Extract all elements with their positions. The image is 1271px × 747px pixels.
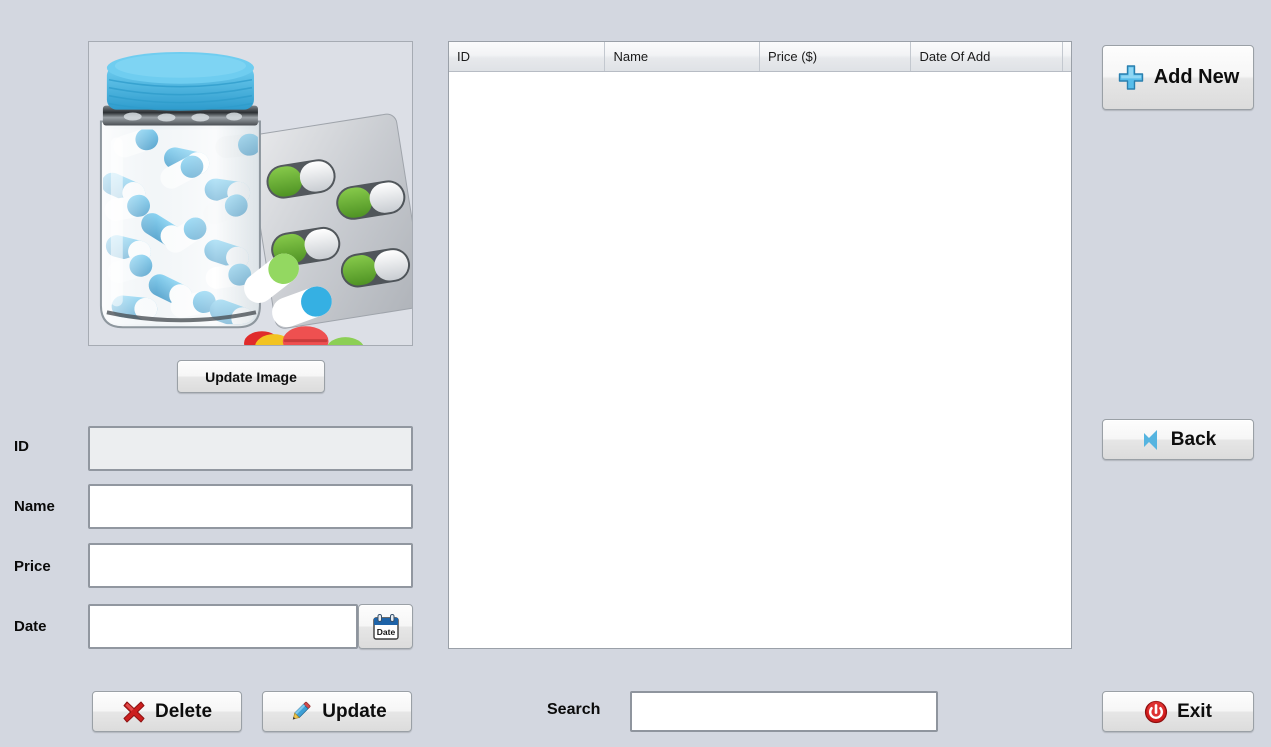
date-field[interactable]: [88, 604, 358, 649]
column-header-name[interactable]: Name: [605, 42, 760, 71]
search-label: Search: [547, 701, 601, 718]
column-header-id[interactable]: ID: [449, 42, 606, 71]
cross-icon: [122, 700, 146, 724]
medicine-product-image: [89, 42, 412, 345]
table-body[interactable]: [449, 72, 1071, 648]
plus-icon: [1117, 64, 1145, 92]
records-table[interactable]: ID Name Price ($) Date Of Add: [448, 41, 1072, 649]
name-field[interactable]: [88, 484, 413, 529]
exit-label: Exit: [1177, 700, 1212, 722]
date-picker-button[interactable]: Date: [358, 604, 413, 649]
update-image-button[interactable]: Update Image: [177, 360, 325, 393]
id-field[interactable]: [88, 426, 413, 471]
exit-button[interactable]: Exit: [1102, 691, 1254, 732]
column-header-date-of-add[interactable]: Date Of Add: [911, 42, 1063, 71]
table-header-row: ID Name Price ($) Date Of Add: [449, 42, 1071, 72]
chevron-left-icon: [1140, 428, 1162, 452]
svg-text:Date: Date: [376, 627, 395, 637]
column-header-price[interactable]: Price ($): [760, 42, 912, 71]
price-field[interactable]: [88, 543, 413, 588]
back-label: Back: [1170, 428, 1217, 450]
product-image-panel[interactable]: [88, 41, 413, 346]
add-new-button[interactable]: Add New: [1102, 45, 1254, 110]
back-button[interactable]: Back: [1102, 419, 1254, 460]
update-image-label: Update Image: [205, 368, 297, 385]
name-label: Name: [14, 498, 55, 515]
column-header-filler: [1063, 42, 1071, 71]
price-label: Price: [14, 558, 51, 575]
delete-label: Delete: [154, 700, 213, 722]
update-button[interactable]: Update: [262, 691, 412, 732]
search-input[interactable]: [630, 691, 938, 732]
power-icon: [1144, 700, 1168, 724]
update-label: Update: [322, 700, 387, 722]
pencil-icon: [287, 699, 313, 725]
date-label: Date: [14, 618, 47, 635]
add-new-label: Add New: [1153, 66, 1240, 88]
delete-button[interactable]: Delete: [92, 691, 242, 732]
calendar-icon: Date: [371, 612, 401, 642]
medicine-manager-window: Update Image ID Name Price Date Date ID …: [0, 0, 1271, 747]
id-label: ID: [14, 438, 29, 455]
